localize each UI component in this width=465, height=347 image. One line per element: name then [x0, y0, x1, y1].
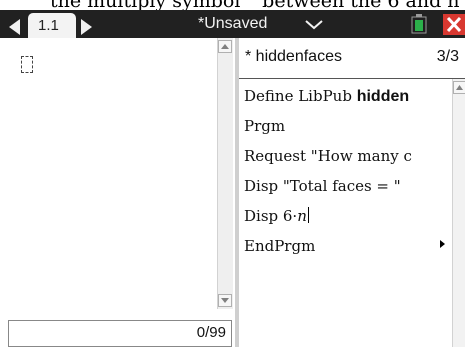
- next-page-arrow-icon[interactable]: [81, 19, 92, 35]
- variable-n: n: [297, 207, 307, 225]
- line-counter: 0/99: [196, 324, 226, 341]
- code-text: Disp "Total faces = ": [244, 177, 401, 195]
- caption-strip: the multiply symbol ” between the 6 and …: [0, 0, 465, 10]
- program-name-bold: hidden: [356, 88, 410, 105]
- code-line-2[interactable]: Prgm: [244, 117, 285, 135]
- program-line-count: 3/3: [436, 48, 459, 65]
- calculator-pane[interactable]: [0, 38, 232, 309]
- calculator-scrollbar[interactable]: [217, 38, 233, 309]
- program-name: * hiddenfaces: [245, 48, 342, 65]
- code-text: Define LibPub: [244, 87, 357, 105]
- chevron-down-icon[interactable]: [305, 20, 323, 30]
- entry-line-placeholder[interactable]: [21, 56, 33, 73]
- top-bar: 1.1 *Unsaved: [0, 10, 465, 38]
- editor-scrollbar[interactable]: [452, 79, 465, 347]
- code-text: EndPrgm: [244, 237, 316, 255]
- line-continues-arrow-icon: [440, 240, 445, 248]
- code-line-6[interactable]: EndPrgm: [244, 237, 315, 255]
- code-line-5[interactable]: Disp 6·n: [244, 207, 309, 225]
- caption-text: the multiply symbol ” between the 6 and …: [50, 0, 460, 10]
- code-text: Disp 6·: [244, 207, 298, 225]
- code-line-3[interactable]: Request "How many c: [244, 147, 412, 165]
- close-button[interactable]: [443, 14, 465, 35]
- scroll-up-icon[interactable]: [218, 40, 232, 53]
- scroll-up-icon[interactable]: [453, 81, 465, 94]
- battery-icon: [411, 14, 427, 34]
- text-cursor: [307, 207, 309, 223]
- scroll-down-icon[interactable]: [218, 294, 232, 307]
- code-text: Prgm: [244, 117, 286, 135]
- document-title[interactable]: *Unsaved: [198, 15, 267, 33]
- tab-page-1-1[interactable]: 1.1: [28, 13, 76, 38]
- previous-page-arrow-icon[interactable]: [9, 19, 20, 35]
- code-text: Request "How many c: [244, 147, 412, 165]
- close-icon: [446, 16, 462, 33]
- history-counter: 0/99: [8, 320, 232, 347]
- code-line-4[interactable]: Disp "Total faces = ": [244, 177, 401, 195]
- program-editor[interactable]: Define LibPub hidden Prgm Request "How m…: [239, 79, 451, 347]
- tab-label: 1.1: [38, 17, 59, 34]
- program-editor-header: * hiddenfaces 3/3: [239, 38, 465, 79]
- code-line-1[interactable]: Define LibPub hidden: [244, 87, 409, 106]
